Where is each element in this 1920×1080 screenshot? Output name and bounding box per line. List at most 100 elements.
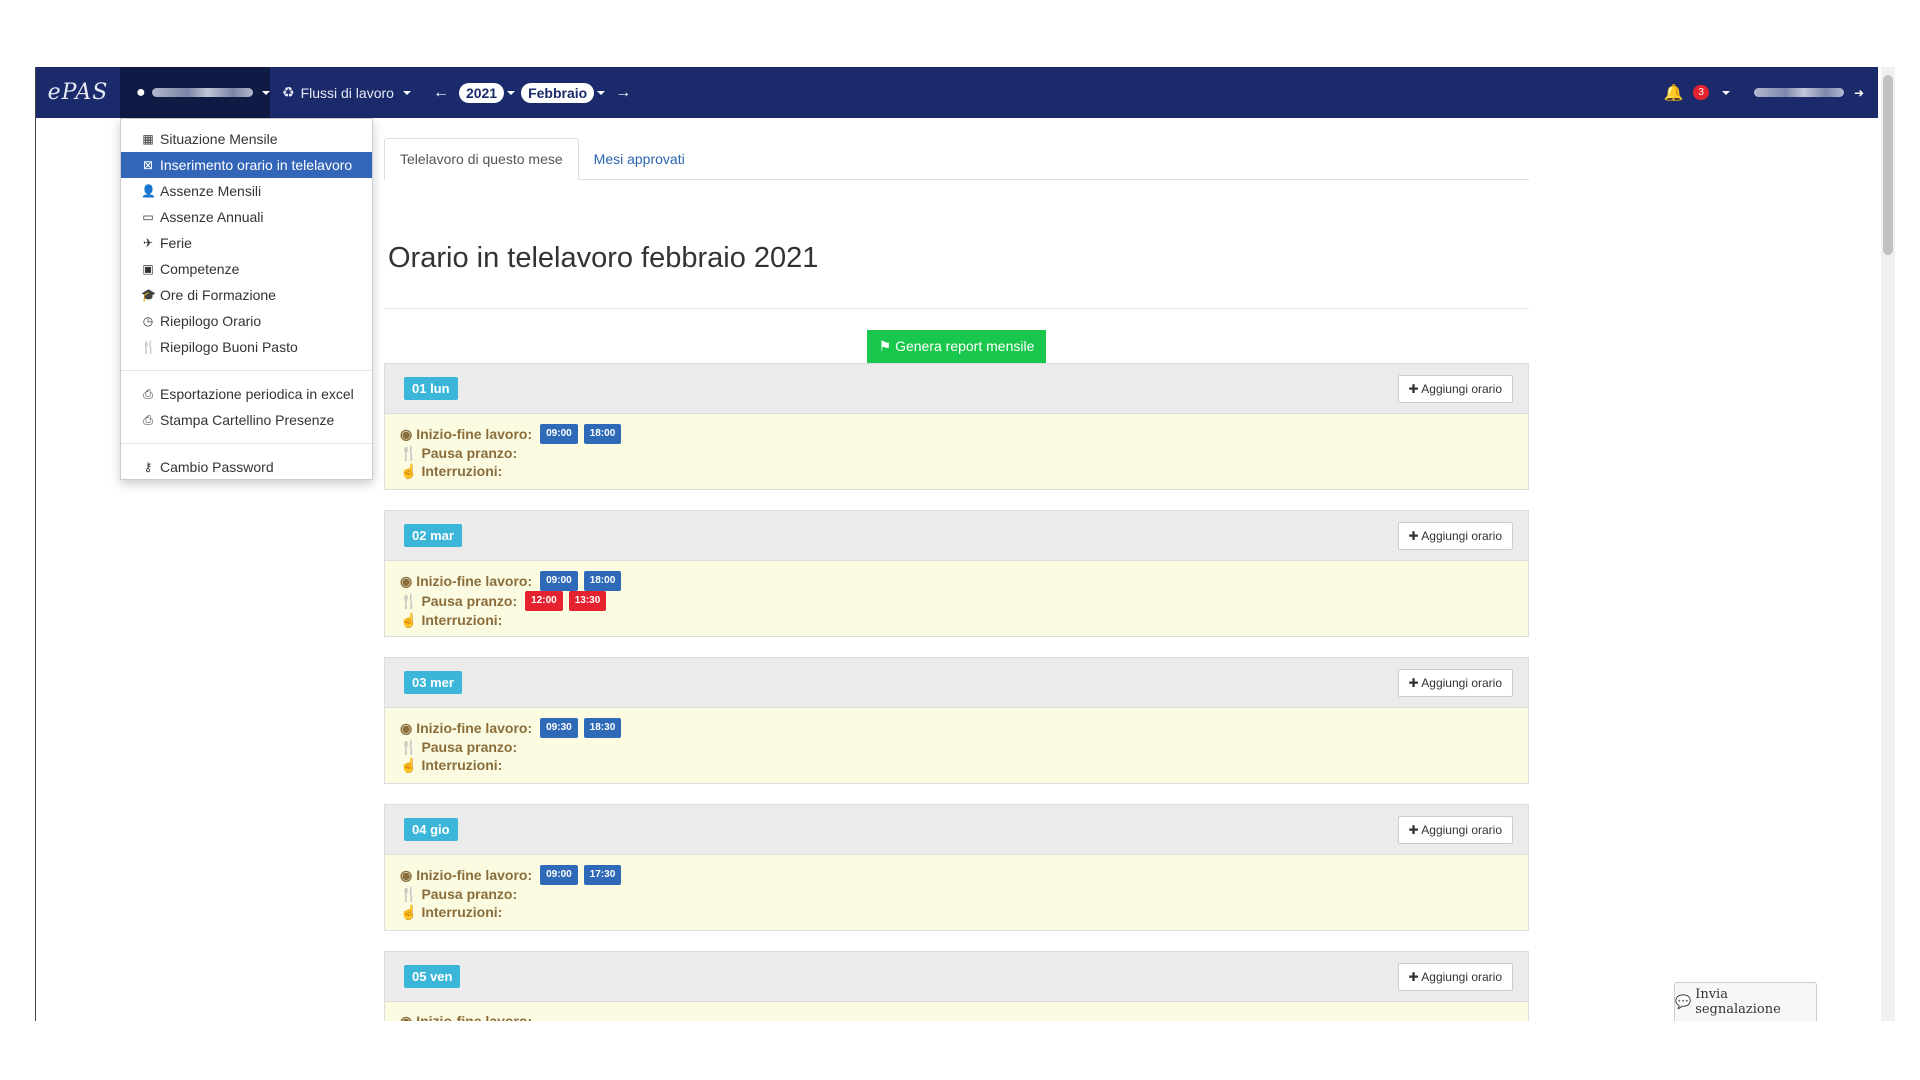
next-month-arrow-icon[interactable]: → xyxy=(605,84,641,102)
menu-item-assenze-mensili[interactable]: 👤 Assenze Mensili xyxy=(121,178,372,204)
tab-mesi-approvati[interactable]: Mesi approvati xyxy=(579,138,700,180)
user-icon: ● xyxy=(136,83,146,101)
day-card: 03 mer ✚ Aggiungi orario ◉ Inizio-fine la… xyxy=(384,657,1529,784)
menu-item-ore-formazione[interactable]: 🎓 Ore di Formazione xyxy=(121,282,372,308)
report-issue-button[interactable]: 💬 Invia segnalazione xyxy=(1674,982,1817,1021)
chevron-down-icon[interactable] xyxy=(1721,90,1730,95)
menu-item-ferie[interactable]: ✈ Ferie xyxy=(121,230,372,256)
day-body: ◉ Inizio-fine lavoro: 09:00 17:30 🍴 Pausa pr… xyxy=(385,855,1528,930)
print-icon: ⎙ xyxy=(143,386,153,401)
prev-month-arrow-icon[interactable]: ← xyxy=(423,84,459,102)
brand-logo[interactable]: ePAS xyxy=(36,67,120,118)
user-circle-icon: ◉ xyxy=(400,573,413,589)
work-row: ◉ Inizio-fine lavoro: 09:00 18:00 xyxy=(400,424,1513,444)
menu-item-cambio-password[interactable]: ⚷ Cambio Password xyxy=(121,454,372,480)
time-tag: 18:00 xyxy=(583,424,622,444)
add-time-button[interactable]: ✚ Aggiungi orario xyxy=(1397,962,1513,991)
day-body: ◉ Inizio-fine lavoro: 09:00 18:00 🍴 Pausa pr… xyxy=(385,561,1528,636)
scrollbar-thumb[interactable] xyxy=(1883,75,1893,255)
recycle-icon: ♻ xyxy=(282,84,295,100)
lunch-row: 🍴 Pausa pranzo: xyxy=(400,738,1513,756)
work-label: Inizio-fine lavoro: xyxy=(416,573,533,589)
tab-bar: Telelavoro di questo mese Mesi approvati xyxy=(384,138,1529,180)
lunch-row: 🍴 Pausa pranzo: 12:00 13:30 xyxy=(400,591,1513,611)
logout-icon[interactable]: ➜ xyxy=(1854,86,1864,100)
menu-item-inserimento-telelavoro[interactable]: ⊠ Inserimento orario in telelavoro xyxy=(121,152,372,178)
day-badge: 04 gio xyxy=(404,818,458,841)
vertical-scrollbar[interactable] xyxy=(1881,67,1895,1021)
day-badge: 03 mer xyxy=(404,671,462,694)
plus-icon: ✚ xyxy=(1408,381,1419,396)
app-window: ePAS ● ♻ Flussi di lavoro ← 2021 Febbrai… xyxy=(35,67,1895,1021)
hand-icon: ☝ xyxy=(400,904,418,920)
day-body: ◉ Inizio-fine lavoro: 09:30 18:30 🍴 Pausa pr… xyxy=(385,708,1528,783)
day-badge: 05 ven xyxy=(404,965,461,988)
add-time-button[interactable]: ✚ Aggiungi orario xyxy=(1397,815,1513,844)
graduation-cap-icon: 🎓 xyxy=(141,288,156,302)
cutlery-icon: 🍴 xyxy=(400,739,418,755)
chevron-down-icon[interactable] xyxy=(597,90,606,95)
month-selector[interactable]: Febbraio xyxy=(521,82,595,103)
plus-icon: ✚ xyxy=(1408,675,1419,690)
menu-item-situazione-mensile[interactable]: ▦ Situazione Mensile xyxy=(121,126,372,152)
menu-divider xyxy=(121,370,372,371)
time-tag: 17:30 xyxy=(583,865,622,885)
hand-icon: ☝ xyxy=(400,612,418,628)
day-card: 04 gio ✚ Aggiungi orario ◉ Inizio-fine la… xyxy=(384,804,1529,931)
day-card: 02 mar ✚ Aggiungi orario ◉ Inizio-fine la… xyxy=(384,510,1529,637)
day-card: 05 ven ✚ Aggiungi orario ◉ Inizio-fine la… xyxy=(384,951,1529,1021)
flag-icon: ⚑ xyxy=(878,338,892,354)
work-row: ◉ Inizio-fine lavoro: 09:00 17:30 xyxy=(400,865,1513,885)
menu-item-competenze[interactable]: ▣ Competenze xyxy=(121,256,372,282)
plus-icon: ✚ xyxy=(1408,822,1419,837)
page-title: Orario in telelavoro febbraio 2021 xyxy=(388,242,819,274)
time-tag: 13:30 xyxy=(568,591,607,611)
lunch-label: Pausa pranzo: xyxy=(421,593,518,609)
chevron-down-icon xyxy=(262,90,270,95)
user-circle-icon: ◉ xyxy=(400,1013,413,1021)
work-label: Inizio-fine lavoro: xyxy=(416,426,533,442)
breaks-label: Interruzioni: xyxy=(421,904,503,920)
menu-item-riepilogo-orario[interactable]: ◷ Riepilogo Orario xyxy=(121,308,372,334)
tab-telelavoro-mese[interactable]: Telelavoro di questo mese xyxy=(384,138,579,180)
add-time-button[interactable]: ✚ Aggiungi orario xyxy=(1397,521,1513,550)
time-tag: 09:00 xyxy=(540,424,578,444)
user-circle-icon: ◉ xyxy=(400,720,413,736)
menu-item-esportazione-excel[interactable]: ⎙ Esportazione periodica in excel xyxy=(121,381,372,407)
breaks-row: ☝ Interruzioni: xyxy=(400,462,1513,480)
breaks-label: Interruzioni: xyxy=(421,463,503,479)
cutlery-icon: 🍴 xyxy=(141,340,156,354)
lunch-row: 🍴 Pausa pranzo: xyxy=(400,444,1513,462)
menu-item-stampa-cartellino[interactable]: ⎙ Stampa Cartellino Presenze xyxy=(121,407,372,433)
hand-icon: ☝ xyxy=(400,757,418,773)
time-tag: 09:00 xyxy=(540,865,578,885)
day-header: 01 lun ✚ Aggiungi orario xyxy=(385,364,1528,414)
menu-item-riepilogo-buoni-pasto[interactable]: 🍴 Riepilogo Buoni Pasto xyxy=(121,334,372,360)
lunch-label: Pausa pranzo: xyxy=(421,739,518,755)
plane-icon: ✈ xyxy=(142,236,154,250)
workflows-menu[interactable]: ♻ Flussi di lavoro xyxy=(270,67,423,118)
calendar-empty-icon: ▭ xyxy=(142,210,154,224)
time-tag: 09:00 xyxy=(540,571,578,591)
divider xyxy=(384,308,1529,309)
menu-item-assenze-annuali[interactable]: ▭ Assenze Annuali xyxy=(121,204,372,230)
account-name-blurred xyxy=(1753,88,1844,97)
add-time-button[interactable]: ✚ Aggiungi orario xyxy=(1397,668,1513,697)
generate-report-button[interactable]: ⚑ Genera report mensile xyxy=(866,330,1047,363)
lunch-label: Pausa pranzo: xyxy=(421,445,518,461)
chevron-down-icon[interactable] xyxy=(507,90,516,95)
plus-icon: ✚ xyxy=(1408,969,1419,984)
work-label: Inizio-fine lavoro: xyxy=(416,720,533,736)
notification-badge[interactable]: 3 xyxy=(1693,85,1709,100)
day-header: 05 ven ✚ Aggiungi orario xyxy=(385,952,1528,1002)
day-header: 04 gio ✚ Aggiungi orario xyxy=(385,805,1528,855)
add-time-button[interactable]: ✚ Aggiungi orario xyxy=(1397,374,1513,403)
breaks-row: ☝ Interruzioni: xyxy=(400,611,1513,629)
year-selector[interactable]: 2021 xyxy=(458,82,505,103)
day-header: 02 mar ✚ Aggiungi orario xyxy=(385,511,1528,561)
bell-icon[interactable]: 🔔 xyxy=(1663,83,1683,103)
user-menu-toggle[interactable]: ● xyxy=(120,67,270,118)
time-tag: 12:00 xyxy=(525,591,563,611)
breaks-row: ☝ Interruzioni: xyxy=(400,903,1513,921)
top-navbar: ePAS ● ♻ Flussi di lavoro ← 2021 Febbrai… xyxy=(36,67,1878,118)
